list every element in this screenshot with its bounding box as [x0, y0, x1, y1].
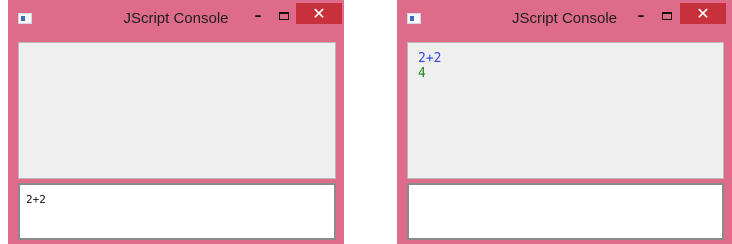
minimize-button[interactable]: –	[629, 6, 653, 28]
console-window-after: JScript Console – ✕ 2+2 4	[397, 0, 732, 244]
console-window-before: JScript Console – ✕ 2+2	[8, 0, 344, 244]
maximize-button[interactable]	[655, 6, 679, 28]
maximize-icon	[279, 12, 289, 20]
console-input[interactable]: 2+2	[18, 183, 336, 240]
maximize-icon	[662, 12, 672, 20]
title-bar[interactable]: JScript Console – ✕	[397, 0, 732, 38]
console-output	[18, 42, 336, 179]
console-output: 2+2 4	[407, 42, 724, 179]
close-button[interactable]: ✕	[680, 3, 726, 24]
maximize-button[interactable]	[272, 6, 296, 28]
minimize-button[interactable]: –	[246, 6, 270, 28]
output-result-line: 4	[418, 66, 426, 81]
console-input[interactable]	[407, 183, 724, 240]
output-command-line: 2+2	[418, 51, 442, 66]
close-button[interactable]: ✕	[296, 3, 342, 24]
title-bar[interactable]: JScript Console – ✕	[8, 0, 344, 38]
